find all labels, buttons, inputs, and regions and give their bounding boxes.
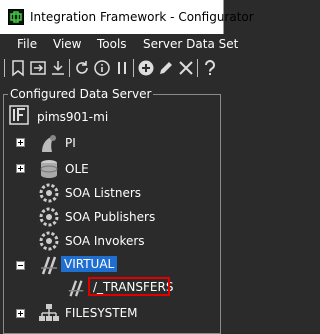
menu-server-data-set[interactable]: Server Data Set	[143, 37, 238, 51]
menu-bar: File View Tools Server Data Set	[0, 34, 238, 54]
menu-view[interactable]: View	[53, 37, 81, 51]
expand-toggle-pi[interactable]	[16, 138, 25, 147]
export-icon[interactable]	[29, 59, 47, 77]
collapse-toggle-virtual[interactable]	[16, 261, 25, 270]
server-root-icon	[9, 105, 29, 125]
database-icon	[40, 160, 58, 178]
transfers-icon	[68, 280, 84, 297]
pause-icon[interactable]	[113, 59, 131, 77]
highlight-box	[88, 277, 170, 296]
edit-icon[interactable]	[157, 59, 175, 77]
tree-node-soa-invokers[interactable]: SOA Invokers	[65, 234, 145, 248]
soa-invoker-icon	[39, 231, 59, 251]
group-label: Configured Data Server	[8, 87, 154, 101]
pi-icon	[42, 135, 56, 152]
expand-toggle-filesystem[interactable]	[16, 309, 25, 318]
expand-toggle-ole[interactable]	[16, 164, 25, 173]
window-title: Integration Framework - Configurator	[30, 10, 254, 24]
filesystem-icon	[39, 304, 59, 321]
soa-listener-icon	[39, 183, 59, 203]
tree-root-label[interactable]: pims901-mi	[37, 110, 108, 124]
delete-icon[interactable]	[177, 59, 195, 77]
tree-node-virtual[interactable]: VIRTUAL	[61, 256, 118, 272]
menu-file[interactable]: File	[17, 37, 37, 51]
virtual-icon	[41, 256, 57, 275]
soa-publisher-icon	[39, 207, 59, 227]
bookmark-icon[interactable]	[9, 59, 27, 77]
import-icon[interactable]	[49, 59, 67, 77]
tree-node-soa-publishers[interactable]: SOA Publishers	[65, 210, 155, 224]
help-icon[interactable]	[201, 59, 219, 77]
app-icon	[8, 9, 24, 25]
toolbar-grip	[4, 59, 5, 77]
tree-node-soa-listners[interactable]: SOA Listners	[65, 186, 141, 200]
title-bar: Integration Framework - Configurator	[0, 0, 254, 34]
tree-node-filesystem[interactable]: FILESYSTEM	[65, 306, 138, 320]
toolbar-separator	[69, 59, 70, 77]
menu-tools[interactable]: Tools	[97, 37, 127, 51]
tree-node-ole[interactable]: OLE	[65, 162, 89, 176]
toolbar-separator	[133, 59, 134, 77]
add-icon[interactable]	[137, 59, 155, 77]
tree-node-pi[interactable]: PI	[65, 136, 76, 150]
info-icon[interactable]	[93, 59, 111, 77]
toolbar	[0, 54, 224, 82]
refresh-icon[interactable]	[73, 59, 91, 77]
toolbar-separator	[197, 59, 198, 77]
